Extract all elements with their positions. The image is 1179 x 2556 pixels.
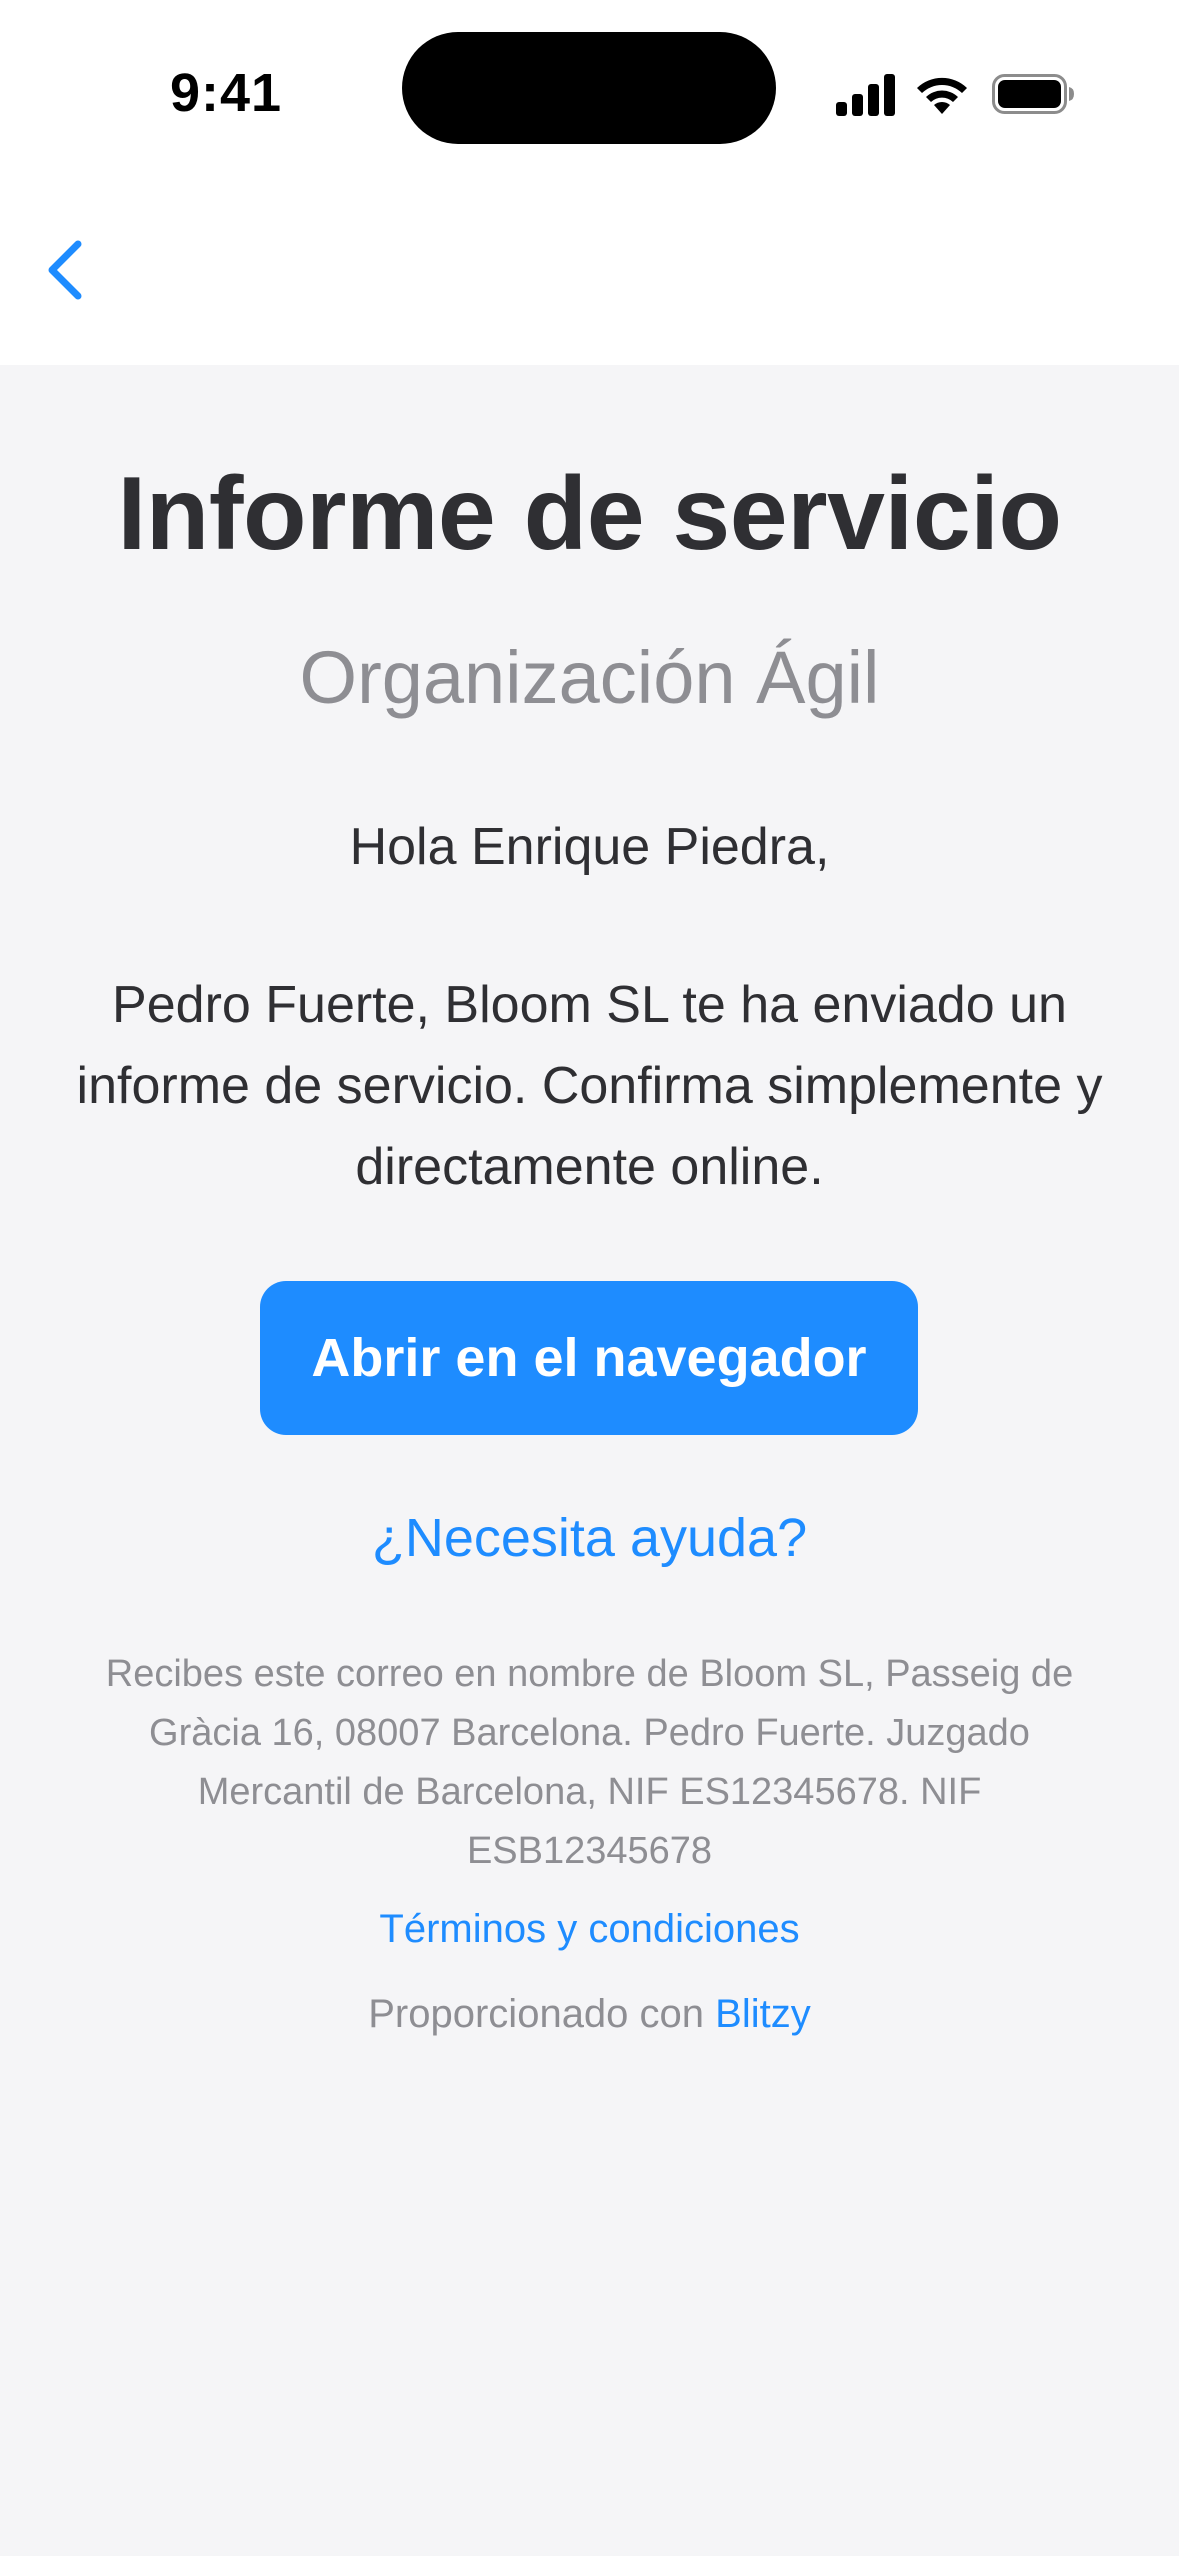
cellular-signal-icon — [836, 74, 895, 116]
blitzy-link[interactable]: Blitzy — [715, 1992, 811, 2036]
chevron-left-icon — [48, 240, 82, 300]
page-title: Informe de servicio — [117, 456, 1062, 572]
message-text: Pedro Fuerte, Bloom SL te ha enviado un … — [76, 976, 1103, 1196]
battery-icon — [992, 74, 1074, 114]
greeting-text: Hola Enrique Piedra, — [349, 818, 830, 876]
powered-by-prefix: Proporcionado con — [368, 1992, 705, 2036]
help-link[interactable]: ¿Necesita ayuda? — [0, 1507, 1179, 1569]
navigation-bar — [0, 190, 1179, 365]
status-time: 9:41 — [170, 63, 283, 123]
status-bar: 9:41 — [0, 0, 1179, 190]
footer-legal-text: Recibes este correo en nombre de Bloom S… — [105, 1653, 1074, 1872]
powered-by: Proporcionado con Blitzy — [0, 1992, 1179, 2037]
open-in-browser-button[interactable]: Abrir en el navegador — [260, 1281, 918, 1435]
back-button[interactable] — [36, 230, 100, 310]
terms-link[interactable]: Términos y condiciones — [0, 1907, 1179, 1952]
organization-name: Organización Ágil — [299, 636, 880, 719]
wifi-icon — [917, 77, 967, 114]
dynamic-island — [402, 32, 776, 144]
